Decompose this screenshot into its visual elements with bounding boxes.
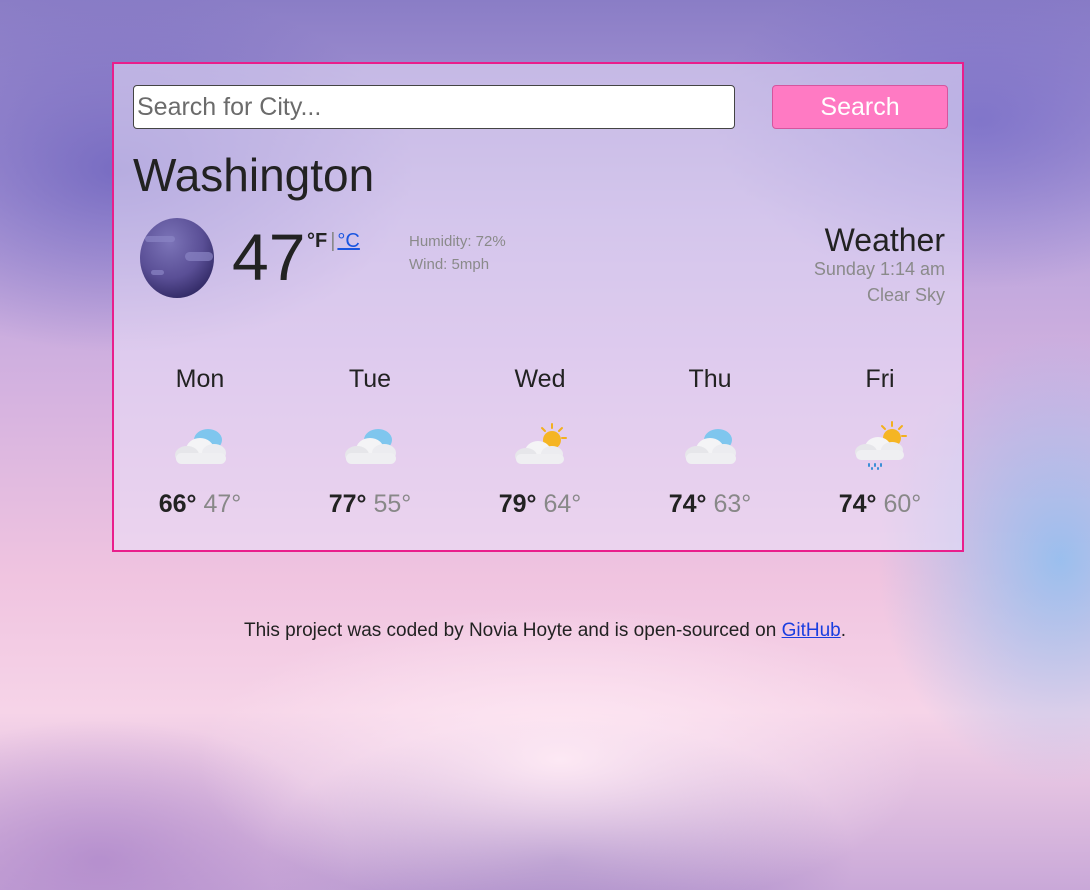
forecast-high: 74° <box>668 490 707 518</box>
forecast-high: 66° <box>158 490 197 518</box>
forecast-day: Wed 79° 64° <box>480 367 600 517</box>
forecast-day-name: Fri <box>865 365 895 393</box>
forecast-temps: 66° 47° <box>140 492 260 517</box>
forecast-high: 79° <box>498 490 537 518</box>
forecast-day-name: Tue <box>348 365 392 393</box>
forecast-low: 60° <box>883 490 922 518</box>
forecast-day-name: Thu <box>688 365 732 393</box>
search-input[interactable] <box>133 85 735 129</box>
forecast-low: 63° <box>713 490 752 518</box>
forecast-low: 64° <box>543 490 582 518</box>
unit-celsius-link[interactable]: °C <box>337 230 359 252</box>
github-link[interactable]: GitHub <box>782 620 841 641</box>
wind: Wind: 5mph <box>409 256 490 273</box>
footer-text: This project was coded by Novia Hoyte an… <box>244 620 782 641</box>
cloudy-icon <box>345 429 396 464</box>
footer-period: . <box>840 620 846 641</box>
weather-summary: Weather Sunday 1:14 am Clear Sky <box>814 224 945 308</box>
forecast-day: Tue 77° 55° <box>310 367 430 517</box>
summary-title: Weather <box>824 222 945 258</box>
city-name: Washington <box>133 149 375 201</box>
forecast-temps: 74° 63° <box>650 492 770 517</box>
forecast-day-name: Wed <box>514 365 566 393</box>
forecast-temps: 74° 60° <box>820 492 940 517</box>
night-moon-icon <box>140 218 214 298</box>
weather-details: Humidity: 72% Wind: 5mph <box>409 230 506 276</box>
humidity: Humidity: 72% <box>409 233 506 250</box>
unit-separator: | <box>330 230 336 252</box>
date-time: Sunday 1:14 am <box>813 259 945 279</box>
forecast-high: 74° <box>838 490 877 518</box>
forecast-low: 47° <box>203 490 242 518</box>
cloudy-icon <box>175 429 226 464</box>
footer: This project was coded by Novia Hoyte an… <box>0 620 1090 642</box>
partly-sunny-icon <box>515 423 567 464</box>
cloudy-icon <box>685 429 736 464</box>
search-button[interactable]: Search <box>772 85 948 129</box>
forecast-day: Fri 74° 60° <box>820 367 940 517</box>
forecast-day: Thu 74° 63° <box>650 367 770 517</box>
sun-rain-icon <box>855 421 907 470</box>
forecast-temps: 77° 55° <box>310 492 430 517</box>
unit-toggle: °F | °C <box>307 230 360 253</box>
forecast-high: 77° <box>328 490 367 518</box>
weather-description: Clear Sky <box>866 285 945 305</box>
forecast-low: 55° <box>373 490 412 518</box>
weather-card: Search Washington 47 °F|°C Humidity: 72%… <box>112 62 964 552</box>
unit-fahrenheit: °F <box>307 230 328 252</box>
forecast-day-name: Mon <box>175 365 225 393</box>
current-temperature: 47 <box>232 220 306 294</box>
forecast-day: Mon 66° 47° <box>140 367 260 517</box>
forecast-temps: 79° 64° <box>480 492 600 517</box>
